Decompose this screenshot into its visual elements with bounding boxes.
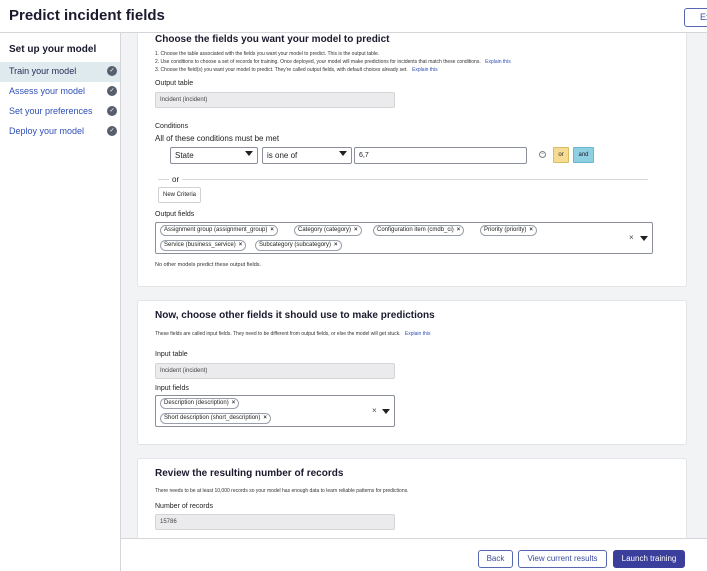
view-current-results-button[interactable]: View current results <box>518 550 607 568</box>
records-card: Review the resulting number of records T… <box>137 458 687 538</box>
condition-operator-value: is one of <box>267 151 298 160</box>
sidebar-item-assess[interactable]: Assess your model ✓ <box>0 82 120 102</box>
section-description-row: These fields are called input fields. Th… <box>155 331 430 337</box>
condition-field-select[interactable]: State <box>170 147 258 164</box>
condition-value-input[interactable]: 6,7 <box>354 147 527 164</box>
condition-field-value: State <box>175 151 194 160</box>
section-title: Now, choose other fields it should use t… <box>155 310 435 321</box>
output-fields-card: Choose the fields you want your model to… <box>137 33 687 287</box>
explain-link[interactable]: Explain this <box>412 67 438 73</box>
page-title: Predict incident fields <box>9 7 165 24</box>
output-table-label: Output table <box>155 80 194 87</box>
remove-condition-icon[interactable]: − <box>539 151 546 158</box>
instruction-3-row: 3. Choose the field(s) you want your mod… <box>155 67 438 73</box>
output-field-tag: Service (business_service) × <box>160 240 247 251</box>
input-fields-multiselect[interactable]: Description (description) × Short descrip… <box>155 395 395 427</box>
sidebar-item-preferences[interactable]: Set your preferences ✓ <box>0 102 120 122</box>
input-table-field: Incident (incident) <box>155 363 395 379</box>
records-field: 15786 <box>155 514 395 530</box>
input-field-tag: Description (description) × <box>160 398 240 409</box>
sidebar-item-label: Train your model <box>9 66 77 76</box>
input-field-tag: Short description (short_description) × <box>160 413 271 424</box>
input-fields-label: Input fields <box>155 385 189 392</box>
instruction-2: 2. Use conditions to choose a set of rec… <box>155 59 481 65</box>
remove-tag-icon[interactable]: × <box>270 227 274 233</box>
input-fields-card: Now, choose other fields it should use t… <box>137 300 687 445</box>
records-label: Number of records <box>155 503 213 510</box>
divider <box>158 179 648 180</box>
remove-tag-icon[interactable]: × <box>334 242 338 248</box>
output-fields-multiselect[interactable]: Assignment group (assignment_group) × Cat… <box>155 222 653 254</box>
chevron-down-icon <box>339 151 347 156</box>
conditions-subtitle: All of these conditions must be met <box>155 134 280 143</box>
output-field-tag: Category (category) × <box>294 225 362 236</box>
footer-bar: Back View current results Launch trainin… <box>121 538 707 571</box>
sidebar-heading: Set up your model <box>9 44 97 55</box>
output-field-tag: Subcategory (subcategory) × <box>255 240 342 251</box>
section-title: Review the resulting number of records <box>155 468 344 479</box>
sidebar-item-label: Assess your model <box>9 86 86 96</box>
explain-link[interactable]: Explain this <box>405 331 431 337</box>
output-fields-label: Output fields <box>155 211 195 218</box>
remove-tag-icon[interactable]: × <box>529 227 533 233</box>
condition-operator-select[interactable]: is one of <box>262 147 352 164</box>
remove-tag-icon[interactable]: × <box>239 242 243 248</box>
clear-all-icon[interactable]: × <box>629 233 634 242</box>
or-button[interactable]: or <box>553 147 569 163</box>
section-description: There needs to be at least 10,000 record… <box>155 488 409 494</box>
sidebar-item-label: Set your preferences <box>9 106 93 116</box>
output-field-tag: Configuration item (cmdb_ci) × <box>373 225 465 236</box>
exit-button[interactable]: Exit <box>684 8 707 27</box>
section-title: Choose the fields you want your model to… <box>155 34 390 45</box>
section-description: These fields are called input fields. Th… <box>155 331 401 337</box>
launch-training-button[interactable]: Launch training <box>613 550 685 568</box>
output-field-tag: Priority (priority) × <box>480 225 537 236</box>
conditions-label: Conditions <box>155 123 189 130</box>
main-content[interactable]: Choose the fields you want your model to… <box>121 33 707 538</box>
instruction-1: 1. Choose the table associated with the … <box>155 51 380 57</box>
check-icon: ✓ <box>107 106 117 116</box>
or-separator: or <box>169 175 183 184</box>
remove-tag-icon[interactable]: × <box>232 400 236 406</box>
instruction-2-row: 2. Use conditions to choose a set of rec… <box>155 59 511 65</box>
remove-tag-icon[interactable]: × <box>263 415 267 421</box>
remove-tag-icon[interactable]: × <box>457 227 461 233</box>
chevron-down-icon[interactable] <box>382 409 390 414</box>
check-icon: ✓ <box>107 66 117 76</box>
output-fields-note: No other models predict these output fie… <box>155 262 262 268</box>
sidebar-item-train[interactable]: Train your model ✓ <box>0 62 120 82</box>
remove-tag-icon[interactable]: × <box>354 227 358 233</box>
sidebar: Set up your model Train your model ✓ Ass… <box>0 33 121 571</box>
output-table-field: Incident (incident) <box>155 92 395 108</box>
chevron-down-icon <box>245 151 253 156</box>
explain-link[interactable]: Explain this <box>485 59 511 65</box>
check-icon: ✓ <box>107 86 117 96</box>
input-table-label: Input table <box>155 351 188 358</box>
check-icon: ✓ <box>107 126 117 136</box>
sidebar-item-deploy[interactable]: Deploy your model ✓ <box>0 122 120 142</box>
and-button[interactable]: and <box>573 147 594 163</box>
chevron-down-icon[interactable] <box>640 236 648 241</box>
instruction-3: 3. Choose the field(s) you want your mod… <box>155 67 408 73</box>
back-button[interactable]: Back <box>478 550 513 568</box>
new-criteria-button[interactable]: New Criteria <box>158 187 202 203</box>
clear-all-icon[interactable]: × <box>372 406 377 415</box>
top-bar: Predict incident fields Exit <box>0 0 707 33</box>
sidebar-item-label: Deploy your model <box>9 126 85 136</box>
output-field-tag: Assignment group (assignment_group) × <box>160 225 278 236</box>
